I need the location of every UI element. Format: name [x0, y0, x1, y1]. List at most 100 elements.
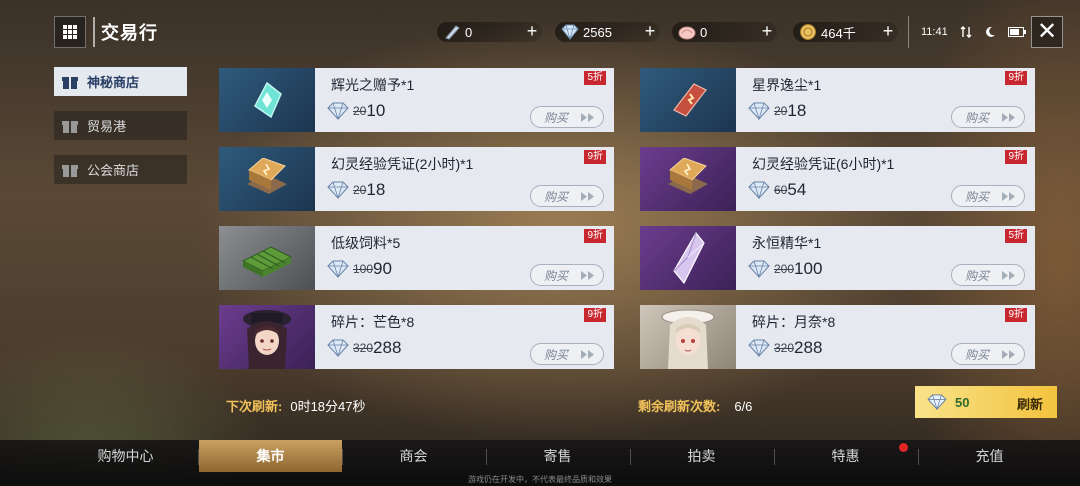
double-arrow-icon [581, 271, 594, 280]
sale-price: 10 [366, 101, 386, 120]
original-price: 320 [774, 341, 795, 355]
buy-button[interactable]: 购买 [530, 106, 604, 128]
item-name: 辉光之赠予*1 [331, 77, 415, 93]
buy-label: 购买 [965, 189, 990, 204]
diamond-icon [327, 181, 349, 199]
currency-gold: 464千 + [793, 22, 898, 42]
item-price: 60 54 [748, 180, 806, 200]
shop-item-card[interactable]: 碎片：芒色*8 320 288 9折 购买 [219, 305, 614, 369]
shop-item-card[interactable]: 幻灵经验凭证(6小时)*1 60 54 9折 购买 [640, 147, 1035, 211]
discount-badge: 9折 [1005, 308, 1027, 322]
buy-label: 购买 [544, 347, 569, 362]
item-name: 幻灵经验凭证(2小时)*1 [331, 156, 474, 172]
item-price: 20 18 [748, 101, 806, 121]
add-currency-button[interactable]: + [522, 22, 542, 42]
tab-consignment[interactable]: 寄售 [486, 440, 629, 472]
discount-badge: 9折 [1005, 71, 1027, 85]
sale-price: 288 [794, 338, 823, 357]
sidebar-item-trade-port[interactable]: 贸易港 [54, 111, 187, 140]
next-refresh-label: 下次刷新: [226, 399, 283, 414]
sidebar-item-label: 贸易港 [87, 119, 127, 134]
item-price: 320 288 [327, 338, 401, 358]
item-price: 20 10 [327, 101, 385, 121]
currency-value: 464千 [821, 25, 856, 41]
battery-icon [1007, 27, 1026, 37]
sale-price: 90 [373, 259, 392, 278]
status-bar: 11:41 [908, 16, 1026, 48]
diamond-icon [748, 181, 770, 199]
notification-dot [899, 443, 908, 452]
shop-item-card[interactable]: 幻灵经验凭证(2小时)*1 20 18 9折 购买 [219, 147, 614, 211]
sidebar-item-mystery-shop[interactable]: 神秘商店 [54, 67, 187, 96]
development-notice: 游戏仍在开发中，不代表最终品质和效果 [468, 475, 612, 484]
tab-auction[interactable]: 拍卖 [630, 440, 773, 472]
next-refresh-countdown: 0时18分47秒 [290, 399, 366, 414]
sale-price: 100 [794, 259, 823, 278]
currency-value: 0 [700, 24, 708, 40]
tab-label: 集市 [256, 448, 285, 464]
moon-icon [984, 26, 996, 38]
gift-icon [62, 162, 78, 178]
close-button[interactable]: ✕ [1031, 16, 1063, 48]
diamond-icon [327, 260, 349, 278]
sidebar-item-label: 公会商店 [87, 163, 140, 178]
grid-menu-button[interactable] [54, 16, 86, 48]
tab-chamber[interactable]: 商会 [342, 440, 485, 472]
original-price: 20 [353, 104, 367, 118]
sale-price: 288 [373, 338, 402, 357]
buy-label: 购买 [544, 110, 569, 125]
buy-button[interactable]: 购买 [951, 106, 1025, 128]
shop-item-card[interactable]: 碎片：月奈*8 320 288 9折 购买 [640, 305, 1035, 369]
tab-label: 购物中心 [97, 448, 154, 464]
next-refresh-info: 下次刷新: 0时18分47秒 [226, 396, 366, 415]
discount-badge: 9折 [584, 229, 606, 243]
double-arrow-icon [1002, 350, 1015, 359]
grid-menu-icon [63, 25, 77, 39]
sale-price: 54 [787, 180, 807, 199]
buy-label: 购买 [965, 347, 990, 362]
double-arrow-icon [581, 113, 594, 122]
sidebar-item-guild-shop[interactable]: 公会商店 [54, 155, 187, 184]
buy-label: 购买 [965, 110, 990, 125]
original-price: 20 [353, 183, 367, 197]
close-icon: ✕ [1036, 18, 1058, 45]
original-price: 200 [774, 262, 795, 276]
tab-recharge[interactable]: 充值 [918, 440, 1061, 472]
character-portrait-yuenai [640, 305, 736, 369]
add-currency-button[interactable]: + [640, 22, 660, 42]
buy-button[interactable]: 购买 [530, 185, 604, 207]
add-currency-button[interactable]: + [757, 22, 777, 42]
shop-item-card[interactable]: 低级饲料*5 100 90 9折 购买 [219, 226, 614, 290]
buy-button[interactable]: 购买 [530, 264, 604, 286]
gift-icon [62, 118, 78, 134]
diamond-icon [748, 260, 770, 278]
page-title: 交易行 [101, 23, 158, 43]
add-currency-button[interactable]: + [878, 22, 898, 42]
tab-shopping-center[interactable]: 购物中心 [54, 440, 197, 472]
tab-market[interactable]: 集市 [199, 440, 342, 472]
buy-button[interactable]: 购买 [951, 185, 1025, 207]
tab-label: 寄售 [543, 448, 572, 464]
shop-item-card[interactable]: 星界逸尘*1 20 18 9折 购买 [640, 68, 1035, 132]
buy-button[interactable]: 购买 [530, 343, 604, 365]
buy-button[interactable]: 购买 [951, 264, 1025, 286]
remaining-refresh-count: 6/6 [734, 399, 753, 414]
shop-item-card[interactable]: 永恒精华*1 200 100 5折 购买 [640, 226, 1035, 290]
exp-book-icon [219, 147, 315, 211]
title-divider [93, 17, 95, 47]
tab-special-offer[interactable]: 特惠 [774, 440, 917, 472]
refresh-cost: 50 [955, 394, 970, 410]
character-portrait-mangse [219, 305, 315, 369]
shop-item-card[interactable]: 辉光之赠予*1 20 10 5折 购买 [219, 68, 614, 132]
discount-badge: 5折 [584, 71, 606, 85]
buy-label: 购买 [544, 189, 569, 204]
diamond-icon [561, 23, 579, 41]
currency-value: 2565 [583, 24, 612, 40]
remaining-refresh-label: 剩余刷新次数: [638, 399, 721, 414]
diamond-icon [927, 394, 947, 410]
buy-button[interactable]: 购买 [951, 343, 1025, 365]
buy-label: 购买 [544, 268, 569, 283]
refresh-button[interactable]: 50 刷新 [915, 386, 1057, 418]
original-price: 60 [774, 183, 788, 197]
glow-gift-icon [219, 68, 315, 132]
